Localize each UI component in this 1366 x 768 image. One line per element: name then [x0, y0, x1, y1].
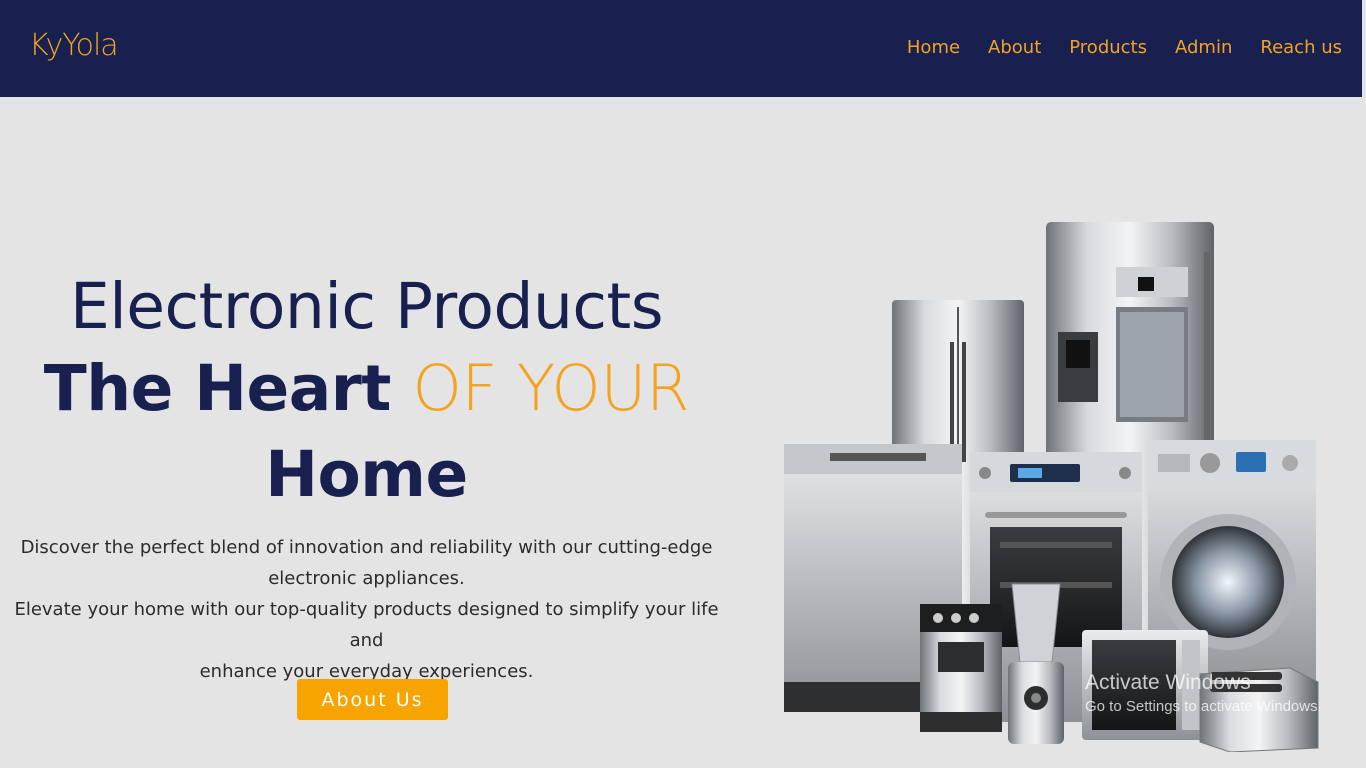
watermark-title: Activate Windows — [1085, 671, 1251, 694]
hero-heading-end: Home — [265, 438, 468, 511]
nav-links: Home About Products Admin Reach us — [907, 37, 1342, 58]
blender-icon — [1008, 583, 1064, 744]
site-logo[interactable]: KyYola — [29, 28, 119, 63]
about-us-button[interactable]: About Us — [297, 679, 448, 720]
watermark-subtitle: Go to Settings to activate Windows. — [1085, 698, 1322, 715]
hero-title: Electronic Products — [69, 270, 664, 343]
hero-desc-line: electronic appliances. — [268, 568, 465, 589]
coffee-machine-icon — [920, 604, 1002, 732]
navbar: KyYola Home About Products Admin Reach u… — [0, 0, 1362, 97]
hero-heading: The Heart OF YOUR Home — [0, 346, 733, 518]
nav-link-home[interactable]: Home — [907, 37, 960, 58]
hero-desc-line: Discover the perfect blend of innovation… — [20, 537, 713, 558]
scrollbar[interactable] — [1362, 0, 1366, 768]
nav-link-about[interactable]: About — [988, 37, 1041, 58]
hero-desc-line: Elevate your home with our top-quality p… — [14, 599, 719, 651]
hero-section: Electronic Products The Heart OF YOUR Ho… — [0, 268, 733, 687]
nav-link-products[interactable]: Products — [1069, 37, 1147, 58]
nav-link-admin[interactable]: Admin — [1175, 37, 1232, 58]
nav-link-reach-us[interactable]: Reach us — [1260, 37, 1342, 58]
activate-windows-watermark: Activate Windows Go to Settings to activ… — [1085, 671, 1322, 715]
hero-description: Discover the perfect blend of innovation… — [0, 532, 733, 687]
hero-heading-accent: OF YOUR — [412, 352, 690, 425]
hero-heading-bold: The Heart — [43, 352, 392, 425]
